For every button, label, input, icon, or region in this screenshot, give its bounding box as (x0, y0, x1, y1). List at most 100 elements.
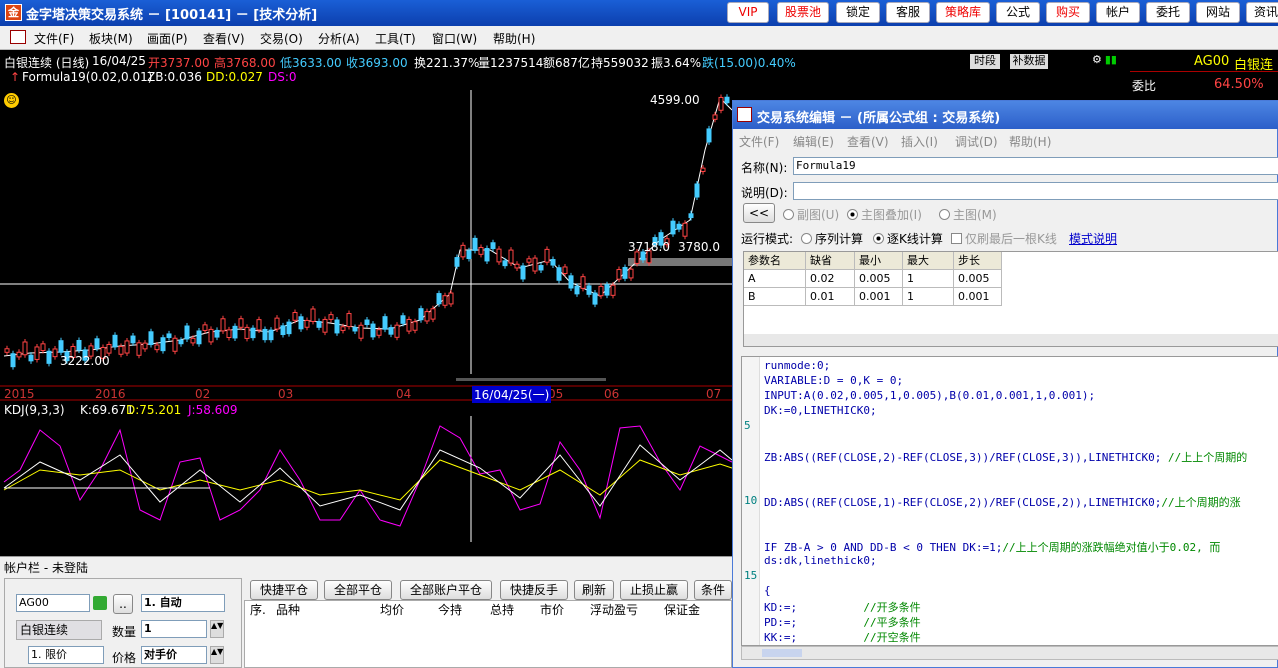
candle (16, 351, 22, 358)
code-line[interactable]: INPUT:A(0.02,0.005,1,0.005),B(0.01,0.001… (764, 389, 1095, 402)
code-line[interactable]: ds:dk,linethick0; (764, 554, 877, 567)
param-cell[interactable]: A (744, 270, 806, 288)
editor-menu-edit[interactable]: 编辑(E) (793, 133, 834, 150)
param-cell[interactable]: 0.005 (855, 270, 903, 288)
quick-reverse-button[interactable]: 快捷反手 (500, 580, 568, 600)
editor-menu-insert[interactable]: 插入(I) (901, 133, 938, 150)
stop-loss-button[interactable]: 止损止赢 (620, 580, 688, 600)
quick-close-button[interactable]: 快捷平仓 (250, 580, 318, 600)
position-table[interactable] (244, 600, 732, 668)
editor-menu-view[interactable]: 查看(V) (847, 133, 889, 150)
period-button[interactable]: 时段 (970, 54, 1000, 69)
code-line[interactable]: ZB:ABS((REF(CLOSE,2)-REF(CLOSE,3))/REF(C… (764, 449, 1247, 465)
menu-trade[interactable]: 交易(O) (260, 30, 303, 47)
order-button[interactable]: 委托 (1146, 2, 1190, 23)
col-avg-price: 均价 (380, 603, 405, 617)
candle (430, 308, 436, 320)
refresh-button[interactable]: 刷新 (574, 580, 614, 600)
code-line[interactable]: runmode:0; (764, 359, 830, 372)
description-label: 说明(D): (741, 186, 788, 200)
param-cell[interactable]: B (744, 288, 806, 306)
candle (292, 312, 298, 321)
buy-button[interactable]: 购买 (1046, 2, 1090, 23)
account-button[interactable]: 帐户 (1096, 2, 1140, 23)
chart-main-radio[interactable]: 主图(M) (939, 206, 997, 223)
price-input[interactable]: 对手价 (141, 646, 207, 664)
parameter-table[interactable]: 参数名 缺省 最小 最大 步长 A 0.02 0.005 1 0.005 B 0… (743, 251, 1278, 347)
website-button[interactable]: 网站 (1196, 2, 1240, 23)
candle (220, 318, 226, 332)
strategy-button[interactable]: 策略库 (936, 2, 990, 23)
name-input[interactable]: Formula19 (793, 157, 1278, 175)
run-seq-radio[interactable]: 序列计算 (801, 230, 863, 247)
stock-pool-button[interactable]: 股票池 (777, 2, 829, 23)
code-line[interactable]: IF ZB-A > 0 AND DD-B < 0 THEN DK:=1;//上上… (764, 539, 1220, 555)
param-header-min: 最小 (855, 252, 903, 270)
scrollbar-thumb[interactable] (762, 649, 802, 657)
code-line[interactable]: KK:=; //开空条件 (764, 629, 921, 645)
menu-analysis[interactable]: 分析(A) (318, 30, 360, 47)
editor-menu-debug[interactable]: 调试(D) (955, 133, 998, 150)
candle (520, 265, 526, 280)
code-line[interactable]: DD:ABS((REF(CLOSE,1)-REF(CLOSE,2))/REF(C… (764, 494, 1241, 510)
run-bar-radio[interactable]: 逐K线计算 (873, 230, 943, 247)
menu-tools[interactable]: 工具(T) (375, 30, 416, 47)
price-mid2-label: 3780.0 (678, 240, 720, 254)
menu-sector[interactable]: 板块(M) (89, 30, 133, 47)
condition-button[interactable]: 条件 (694, 580, 732, 600)
price-stepper[interactable]: ▲▼ (210, 646, 224, 664)
menu-window[interactable]: 窗口(W) (432, 30, 477, 47)
mode-help-link[interactable]: 模式说明 (1069, 230, 1117, 247)
code-line[interactable]: KD:=; //开多条件 (764, 599, 921, 615)
param-cell[interactable]: 0.001 (954, 288, 1002, 306)
lock-button[interactable]: 锁定 (836, 2, 880, 23)
supplement-data-button[interactable]: 补数据 (1010, 54, 1048, 69)
code-line[interactable]: DK:=0,LINETHICK0; (764, 404, 877, 417)
code-scrollbar[interactable] (741, 646, 1278, 660)
chart-overlay-radio[interactable]: 主图叠加(I) (847, 206, 922, 223)
account-title: 帐户栏 - 未登陆 (4, 561, 88, 575)
chart-area[interactable]: 白银连续 (日线) 16/04/25 开3737.00 高3768.00 低36… (0, 50, 1000, 550)
kdj-j-value: J:58.609 (188, 403, 238, 417)
candle (130, 335, 136, 344)
browse-button[interactable]: .. (113, 594, 133, 614)
news-button[interactable]: 资讯 (1246, 2, 1278, 23)
menu-file[interactable]: 文件(F) (34, 30, 74, 47)
service-button[interactable]: 客服 (886, 2, 930, 23)
param-cell[interactable]: 0.01 (806, 288, 855, 306)
collapse-button[interactable]: << (743, 203, 775, 223)
close-all-accounts-button[interactable]: 全部账户平仓 (400, 580, 492, 600)
menu-help[interactable]: 帮助(H) (493, 30, 535, 47)
quantity-input[interactable]: 1 (141, 620, 207, 638)
formula-button[interactable]: 公式 (996, 2, 1040, 23)
kdj-k-line (3, 444, 732, 511)
param-table-scrollbar[interactable] (744, 334, 1278, 346)
description-input[interactable] (793, 182, 1278, 200)
code-line[interactable]: VARIABLE:D = 0,K = 0; (764, 374, 903, 387)
editor-menu-file[interactable]: 文件(F) (739, 133, 779, 150)
param-cell[interactable]: 0.02 (806, 270, 855, 288)
code-editor[interactable]: runmode:0; VARIABLE:D = 0,K = 0; INPUT:A(0… (741, 356, 1278, 646)
menu-view[interactable]: 查看(V) (203, 30, 245, 47)
close-all-button[interactable]: 全部平仓 (324, 580, 392, 600)
code-line[interactable]: { (764, 584, 771, 597)
param-cell[interactable]: 0.001 (855, 288, 903, 306)
code-line[interactable]: PD:=; //平多条件 (764, 614, 921, 630)
price-type-select[interactable]: 1. 限价 (28, 646, 104, 664)
chart-sub-radio[interactable]: 副图(U) (783, 206, 839, 223)
candle (244, 326, 250, 339)
candle (448, 292, 454, 305)
run-last-checkbox[interactable]: 仅刷最后一根K线 (951, 230, 1057, 247)
vip-button[interactable]: VIP (727, 2, 769, 23)
axis-label-2015: 2015 (4, 387, 35, 401)
quantity-stepper[interactable]: ▲▼ (210, 620, 224, 638)
editor-menu-help[interactable]: 帮助(H) (1009, 133, 1051, 150)
lock-icon[interactable] (93, 596, 107, 610)
param-cell[interactable]: 1 (903, 270, 954, 288)
symbol-input[interactable]: AG00 (16, 594, 90, 612)
menu-view-screen[interactable]: 画面(P) (147, 30, 188, 47)
mode-select[interactable]: 1. 自动 (141, 594, 225, 612)
param-cell[interactable]: 1 (903, 288, 954, 306)
candle (34, 346, 40, 360)
param-cell[interactable]: 0.005 (954, 270, 1002, 288)
